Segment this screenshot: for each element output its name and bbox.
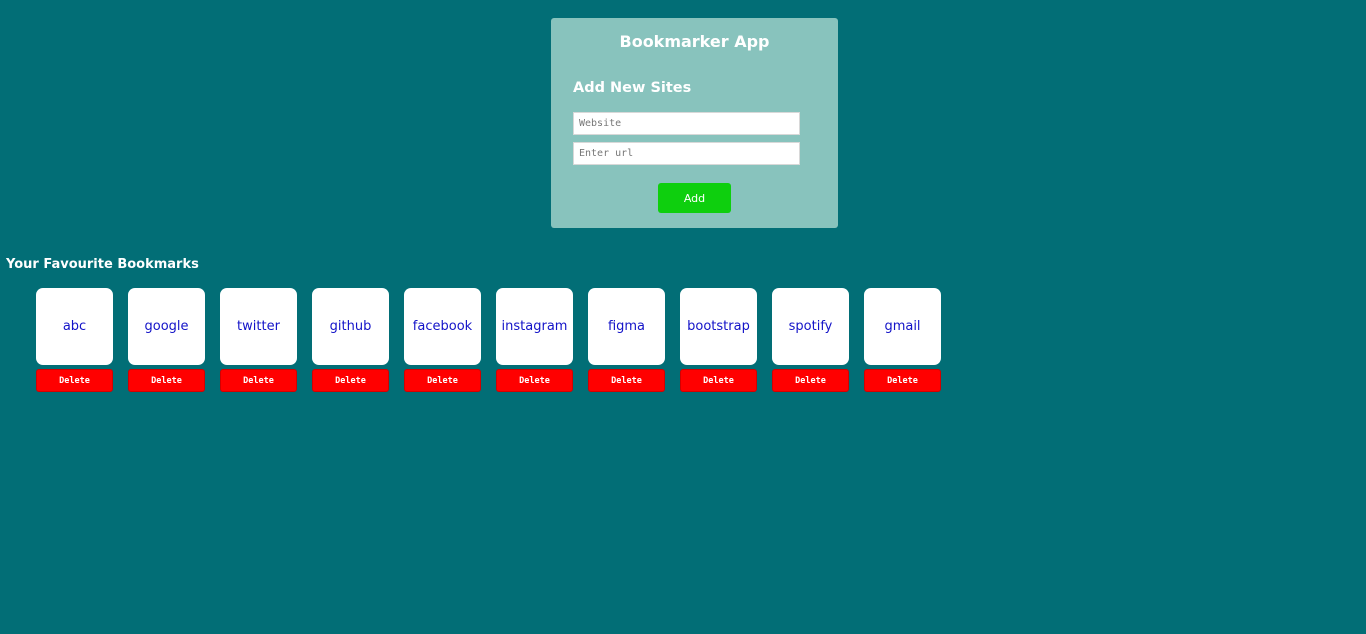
bookmark-link[interactable]: github	[312, 288, 389, 365]
bookmark-link[interactable]: twitter	[220, 288, 297, 365]
bookmark-link[interactable]: instagram	[496, 288, 573, 365]
bookmark-link[interactable]: bootstrap	[680, 288, 757, 365]
delete-button[interactable]: Delete	[772, 369, 849, 392]
add-sites-heading: Add New Sites	[573, 80, 692, 96]
bookmark-item: facebook Delete	[404, 288, 481, 392]
bookmark-link[interactable]: google	[128, 288, 205, 365]
url-input[interactable]	[573, 142, 800, 165]
delete-button[interactable]: Delete	[128, 369, 205, 392]
delete-button[interactable]: Delete	[680, 369, 757, 392]
delete-button[interactable]: Delete	[220, 369, 297, 392]
delete-button[interactable]: Delete	[404, 369, 481, 392]
bookmark-item: google Delete	[128, 288, 205, 392]
bookmark-list: abc Delete google Delete twitter Delete …	[36, 288, 941, 392]
bookmark-link[interactable]: figma	[588, 288, 665, 365]
delete-button[interactable]: Delete	[864, 369, 941, 392]
delete-button[interactable]: Delete	[496, 369, 573, 392]
delete-button[interactable]: Delete	[312, 369, 389, 392]
add-button[interactable]: Add	[658, 183, 731, 213]
app-title: Bookmarker App	[619, 32, 770, 51]
add-site-card: Bookmarker App Add New Sites Add	[551, 18, 838, 228]
website-input[interactable]	[573, 112, 800, 135]
bookmark-item: instagram Delete	[496, 288, 573, 392]
bookmark-item: figma Delete	[588, 288, 665, 392]
bookmark-item: bootstrap Delete	[680, 288, 757, 392]
bookmark-link[interactable]: abc	[36, 288, 113, 365]
delete-button[interactable]: Delete	[588, 369, 665, 392]
bookmark-item: abc Delete	[36, 288, 113, 392]
bookmark-link[interactable]: spotify	[772, 288, 849, 365]
bookmark-link[interactable]: facebook	[404, 288, 481, 365]
bookmark-item: gmail Delete	[864, 288, 941, 392]
bookmark-item: github Delete	[312, 288, 389, 392]
bookmark-item: spotify Delete	[772, 288, 849, 392]
bookmarks-heading: Your Favourite Bookmarks	[6, 257, 199, 272]
bookmark-link[interactable]: gmail	[864, 288, 941, 365]
bookmark-item: twitter Delete	[220, 288, 297, 392]
delete-button[interactable]: Delete	[36, 369, 113, 392]
